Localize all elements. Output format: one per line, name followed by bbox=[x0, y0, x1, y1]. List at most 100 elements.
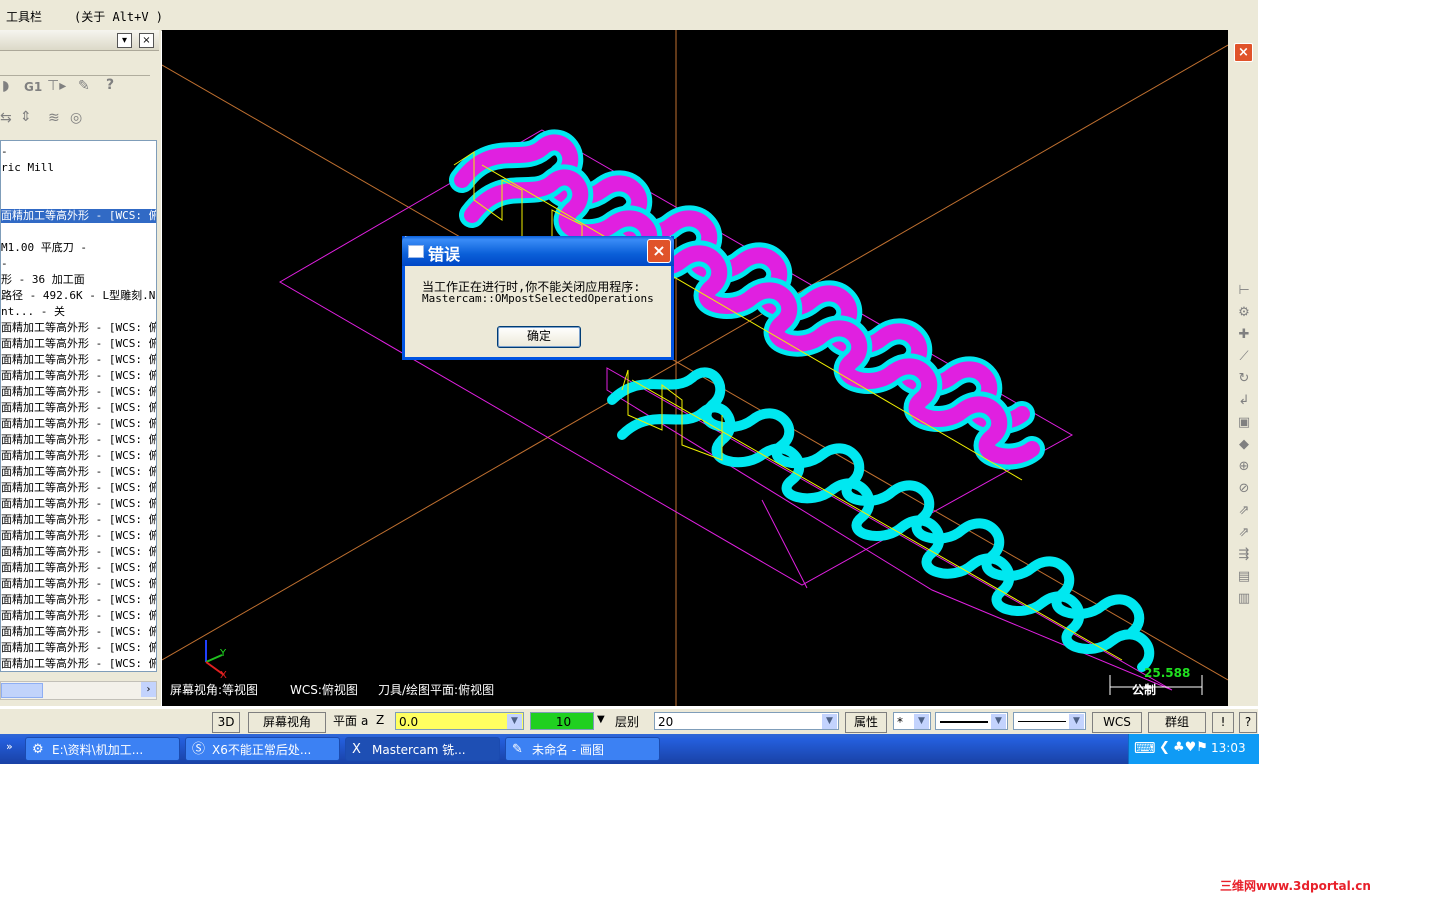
layer-label[interactable]: 层别 bbox=[615, 713, 639, 730]
scroll-right-arrow[interactable]: › bbox=[141, 682, 156, 697]
path-icon[interactable]: ◗ bbox=[2, 78, 9, 94]
list-item[interactable]: 面精加工等高外形 - [WCS: 俯 bbox=[1, 337, 156, 351]
operations-list[interactable]: - ric Mill 面精加工等高外形 - [WCS: 俯 M1.00 平底刀 - - 形… bbox=[0, 140, 157, 672]
group-button[interactable]: 群组 bbox=[1148, 712, 1206, 733]
tray-expand-icon[interactable]: ❮ bbox=[1159, 734, 1170, 762]
close-icon[interactable]: × bbox=[1234, 43, 1253, 62]
task-paint[interactable]: ✎ 未命名 - 画图 bbox=[505, 737, 660, 761]
wand-icon[interactable]: ✎ bbox=[78, 78, 90, 94]
scale-value: 25.588 bbox=[1144, 666, 1191, 680]
browser-icon: Ⓢ bbox=[192, 742, 206, 757]
list-item[interactable]: 形 - 36 加工面 bbox=[1, 273, 156, 287]
color-value: 10 bbox=[555, 715, 572, 729]
list-item[interactable]: 面精加工等高外形 - [WCS: 俯 bbox=[1, 529, 156, 543]
list-item[interactable]: 面精加工等高外形 - [WCS: 俯 bbox=[1, 641, 156, 655]
chevron-down-icon[interactable]: ▼ bbox=[991, 714, 1006, 729]
right-tool-icons[interactable]: ⊢ ⚙ ✚ ⟋ ↻ ↲ ▣ ◆ ⊕ ⊘ ⇗ ⇗ ⇶ ▤ ▥ bbox=[1235, 280, 1253, 610]
panel-dropdown-button[interactable]: ▾ bbox=[117, 33, 132, 48]
list-item[interactable]: 面精加工等高外形 - [WCS: 俯 bbox=[1, 545, 156, 559]
point-style-select[interactable]: * ▼ bbox=[893, 712, 931, 730]
dialog-title-bar[interactable]: 错误 × bbox=[402, 236, 674, 266]
task-mastercam[interactable]: X Mastercam 铣... bbox=[345, 737, 500, 761]
menu-item-about[interactable]: (关于 Alt+V ) bbox=[74, 8, 163, 25]
line-width-select[interactable]: ▼ bbox=[1013, 712, 1086, 730]
horizontal-scrollbar[interactable]: › bbox=[0, 681, 157, 700]
list-item[interactable]: 面精加工等高外形 - [WCS: 俯 bbox=[1, 401, 156, 415]
lines-icon[interactable]: ≋ bbox=[48, 110, 60, 126]
list-item[interactable]: 面精加工等高外形 - [WCS: 俯 bbox=[1, 433, 156, 447]
plane-button[interactable]: 平面 bbox=[333, 712, 361, 731]
ok-button[interactable]: 确定 bbox=[497, 326, 581, 348]
keyboard-icon[interactable]: ⌨ bbox=[1134, 734, 1156, 762]
list-item[interactable]: 面精加工等高外形 - [WCS: 俯 bbox=[1, 353, 156, 367]
menu-item-toolbar[interactable]: 工具栏 bbox=[6, 8, 42, 25]
3d-button[interactable]: 3D bbox=[212, 712, 240, 733]
layer-input[interactable]: 20 ▼ bbox=[654, 712, 839, 730]
menu-bar: 工具栏 (关于 Alt+V ) bbox=[0, 0, 1258, 31]
axis-x-label: X bbox=[220, 670, 227, 681]
shapes-icon[interactable]: ◎ bbox=[70, 110, 82, 126]
task-browser[interactable]: Ⓢ X6不能正常后处... bbox=[185, 737, 340, 761]
list-item[interactable]: ric Mill bbox=[1, 161, 156, 175]
list-item[interactable]: 面精加工等高外形 - [WCS: 俯 bbox=[1, 209, 156, 223]
wcs-button[interactable]: WCS bbox=[1092, 712, 1142, 733]
list-item[interactable]: 面精加工等高外形 - [WCS: 俯 bbox=[1, 385, 156, 399]
z-input[interactable]: 0.0 ▼ bbox=[395, 712, 524, 730]
line-style-select[interactable]: ▼ bbox=[935, 712, 1008, 730]
list-item[interactable]: 面精加工等高外形 - [WCS: 俯 bbox=[1, 465, 156, 479]
lower-pattern bbox=[607, 367, 1155, 672]
list-item[interactable]: 面精加工等高外形 - [WCS: 俯 bbox=[1, 513, 156, 527]
g1-icon[interactable]: G1 bbox=[24, 80, 42, 94]
list-item[interactable]: 面精加工等高外形 - [WCS: 俯 bbox=[1, 625, 156, 639]
list-item[interactable] bbox=[1, 225, 156, 239]
list-item[interactable]: 面精加工等高外形 - [WCS: 俯 bbox=[1, 417, 156, 431]
paint-icon: ✎ bbox=[512, 742, 523, 757]
help-icon[interactable]: ? bbox=[106, 77, 114, 93]
screen-view-button[interactable]: 屏幕视角 bbox=[248, 712, 326, 733]
attributes-button[interactable]: 属性 bbox=[845, 712, 887, 733]
sort-icon[interactable]: ⇆ bbox=[0, 110, 12, 126]
panel-header: ▾ × bbox=[0, 30, 159, 51]
watermark: 三维网www.3dportal.cn bbox=[1220, 879, 1371, 893]
list-item[interactable]: 面精加工等高外形 - [WCS: 俯 bbox=[1, 481, 156, 495]
list-item[interactable]: - bbox=[1, 145, 156, 159]
help-button[interactable]: ? bbox=[1239, 712, 1257, 733]
graphics-viewport[interactable]: Y X 25.588 公制 屏幕视角:等视图 WCS:俯视图 刀具/绘图平面:俯… bbox=[162, 30, 1228, 706]
color-dropdown-icon[interactable]: ▼ bbox=[597, 714, 605, 725]
list-item[interactable]: 面精加工等高外形 - [WCS: 俯 bbox=[1, 657, 156, 671]
list-item[interactable] bbox=[1, 177, 156, 191]
panel-close-button[interactable]: × bbox=[139, 33, 154, 48]
wcs-view-label: WCS:俯视图 bbox=[290, 683, 358, 697]
list-item[interactable]: 面精加工等高外形 - [WCS: 俯 bbox=[1, 577, 156, 591]
tray-app-icons[interactable]: ♣♥⚑ bbox=[1173, 734, 1208, 762]
task-folder[interactable]: ⚙ E:\资料\机加工... bbox=[25, 737, 180, 761]
bang-button[interactable]: ! bbox=[1212, 712, 1234, 733]
list-item[interactable]: 面精加工等高外形 - [WCS: 俯 bbox=[1, 369, 156, 383]
point-style-value: * bbox=[897, 715, 903, 729]
scrollbar-thumb[interactable] bbox=[1, 683, 43, 698]
expand-icon[interactable]: ⇕ bbox=[20, 109, 32, 125]
dialog-close-button[interactable]: × bbox=[647, 239, 671, 263]
list-item[interactable]: 面精加工等高外形 - [WCS: 俯 bbox=[1, 593, 156, 607]
chevron-down-icon[interactable]: ▼ bbox=[1069, 714, 1084, 729]
list-item[interactable]: M1.00 平底刀 - bbox=[1, 241, 156, 255]
chevron-down-icon[interactable]: ▼ bbox=[914, 714, 929, 729]
color-field[interactable]: 10 bbox=[530, 712, 594, 730]
list-item[interactable]: 路径 - 492.6K - L型雕刻.NC bbox=[1, 289, 156, 303]
list-item[interactable]: 面精加工等高外形 - [WCS: 俯 bbox=[1, 561, 156, 575]
list-item[interactable]: - bbox=[1, 257, 156, 271]
z-label: Z bbox=[376, 713, 385, 727]
clock: 13:03 bbox=[1211, 741, 1246, 755]
list-item[interactable]: 面精加工等高外形 - [WCS: 俯 bbox=[1, 449, 156, 463]
scale-unit: 公制 bbox=[1132, 683, 1157, 697]
list-item[interactable]: nt... - 关 bbox=[1, 305, 156, 319]
list-item[interactable]: 面精加工等高外形 - [WCS: 俯 bbox=[1, 321, 156, 335]
chevron-down-icon[interactable]: ▼ bbox=[822, 714, 837, 729]
system-tray: ⌨ ❮ ♣♥⚑ 13:03 bbox=[1128, 734, 1259, 764]
list-item[interactable]: 面精加工等高外形 - [WCS: 俯 bbox=[1, 497, 156, 511]
list-item[interactable] bbox=[1, 193, 156, 207]
post-icon[interactable]: ⊤▸ bbox=[47, 78, 66, 94]
chevron-down-icon[interactable]: ▼ bbox=[507, 714, 522, 729]
taskbar-overflow-icon[interactable]: » bbox=[6, 740, 13, 753]
list-item[interactable]: 面精加工等高外形 - [WCS: 俯 bbox=[1, 609, 156, 623]
